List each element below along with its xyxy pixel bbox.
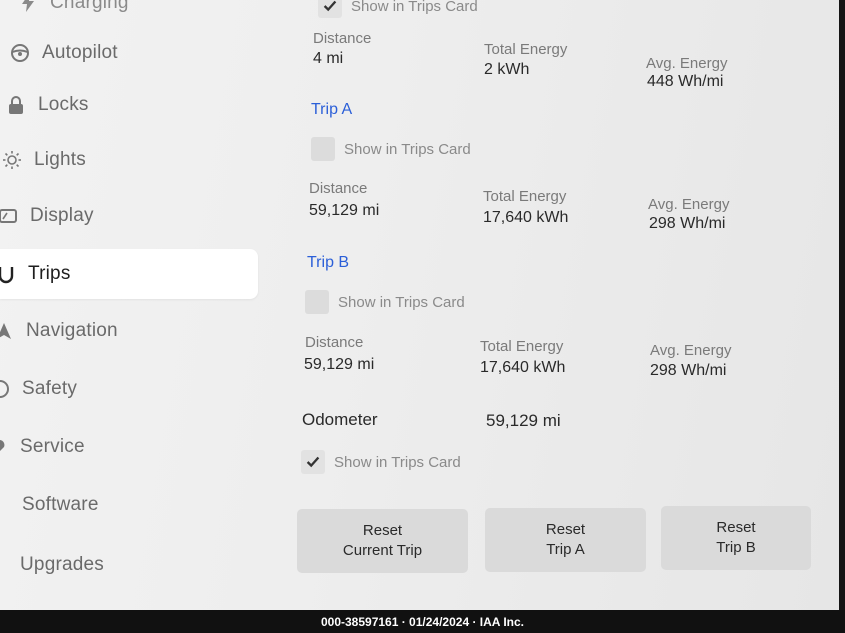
steering-wheel-icon [10, 43, 30, 63]
screen-bezel [839, 0, 845, 610]
trip-a-title: Trip A [311, 101, 353, 118]
current-trip-distance-label: Distance [313, 30, 372, 47]
sidebar-item-label: Software [22, 494, 99, 515]
checkbox[interactable] [311, 137, 335, 161]
sidebar-item-upgrades[interactable]: Upgrades [20, 540, 104, 590]
reset-current-trip-button[interactable]: Reset Current Trip [297, 509, 468, 573]
button-label-line2: Trip B [716, 539, 756, 556]
trip-a-distance-value: 59,129 mi [309, 202, 380, 219]
charging-icon [18, 0, 38, 13]
trip-b-title: Trip B [307, 254, 350, 271]
current-trip-avg-label: Avg. Energy [646, 55, 728, 72]
trip-b-energy-value: 17,640 kWh [480, 359, 566, 376]
sidebar-item-label: Display [30, 205, 94, 226]
sidebar-item-label: Locks [38, 94, 89, 115]
sidebar-item-label: Charging [50, 0, 129, 13]
sidebar-item-label: Service [20, 436, 85, 457]
current-trip-energy-value: 2 kWh [484, 61, 530, 78]
current-trip-avg-value: 448 Wh/mi [647, 73, 724, 90]
trip-a-energy-value: 17,640 kWh [483, 209, 569, 226]
sidebar-item-display[interactable]: Display [0, 191, 94, 241]
safety-icon [0, 379, 10, 399]
current-trip-distance-value: 4 mi [313, 50, 344, 67]
current-trip-energy-label: Total Energy [484, 41, 568, 58]
navigation-icon [0, 321, 14, 341]
sidebar-item-service[interactable]: Service [0, 422, 85, 472]
trips-content: Show in Trips Card Distance 4 mi Total E… [290, 0, 845, 610]
sidebar-item-trips[interactable]: Trips [0, 249, 258, 299]
sidebar-item-navigation[interactable]: Navigation [0, 306, 118, 356]
sidebar-item-label: Autopilot [42, 42, 118, 63]
trip-b-avg-value: 298 Wh/mi [650, 362, 727, 379]
trip-a-energy-label: Total Energy [483, 188, 567, 205]
trip-a-avg-value: 298 Wh/mi [649, 215, 726, 232]
trip-b-distance-label: Distance [305, 334, 364, 351]
checkbox-label: Show in Trips Card [344, 140, 471, 158]
sidebar-item-locks[interactable]: Locks [6, 80, 89, 130]
checkbox[interactable] [318, 0, 342, 18]
sidebar-item-safety[interactable]: Safety [0, 364, 77, 414]
button-label-line2: Trip A [546, 541, 585, 558]
current-trip-show-checkbox[interactable]: Show in Trips Card [318, 0, 478, 18]
watermark-footer: 000-38597161 · 01/24/2024 · IAA Inc. [0, 610, 845, 633]
button-label-line1: Reset [545, 521, 586, 538]
trip-a-show-checkbox[interactable]: Show in Trips Card [311, 137, 471, 161]
trips-icon [0, 264, 16, 284]
screen: Charging Autopilot Locks Lights Display [0, 0, 845, 610]
display-icon [0, 206, 18, 226]
service-icon [0, 437, 8, 457]
checkbox-label: Show in Trips Card [334, 453, 461, 471]
sidebar-item-label: Upgrades [20, 554, 104, 575]
checkbox-label: Show in Trips Card [338, 293, 465, 311]
light-bulb-icon [2, 150, 22, 170]
reset-trip-a-button[interactable]: Reset Trip A [485, 508, 646, 572]
trip-a-distance-label: Distance [309, 180, 368, 197]
sidebar: Charging Autopilot Locks Lights Display [0, 0, 262, 610]
sidebar-item-label: Lights [34, 149, 86, 170]
watermark-text: 000-38597161 · 01/24/2024 · IAA Inc. [320, 614, 525, 629]
sidebar-item-charging[interactable]: Charging [18, 0, 129, 28]
sidebar-item-label: Safety [22, 378, 78, 399]
sidebar-item-label: Navigation [26, 320, 118, 341]
trip-a-avg-label: Avg. Energy [648, 196, 730, 213]
sidebar-item-autopilot[interactable]: Autopilot [10, 28, 118, 78]
button-label-line2: Current Trip [342, 542, 423, 559]
odometer-value: 59,129 mi [486, 411, 561, 430]
reset-trip-b-button[interactable]: Reset Trip B [661, 506, 811, 570]
button-label-line1: Reset [716, 519, 756, 536]
trip-b-show-checkbox[interactable]: Show in Trips Card [305, 290, 465, 314]
sidebar-item-lights[interactable]: Lights [2, 135, 86, 185]
sidebar-item-software[interactable]: Software [22, 480, 99, 530]
trip-b-distance-value: 59,129 mi [304, 356, 375, 373]
odometer-label: Odometer [302, 410, 378, 429]
checkbox[interactable] [305, 290, 329, 314]
lock-icon [6, 95, 26, 115]
checkbox[interactable] [301, 450, 325, 474]
button-label-line1: Reset [362, 522, 403, 539]
sidebar-item-label: Trips [28, 263, 71, 284]
odometer-show-checkbox[interactable]: Show in Trips Card [301, 450, 461, 474]
trip-b-avg-label: Avg. Energy [650, 342, 732, 359]
checkbox-label: Show in Trips Card [351, 0, 478, 15]
trip-b-energy-label: Total Energy [480, 338, 564, 355]
